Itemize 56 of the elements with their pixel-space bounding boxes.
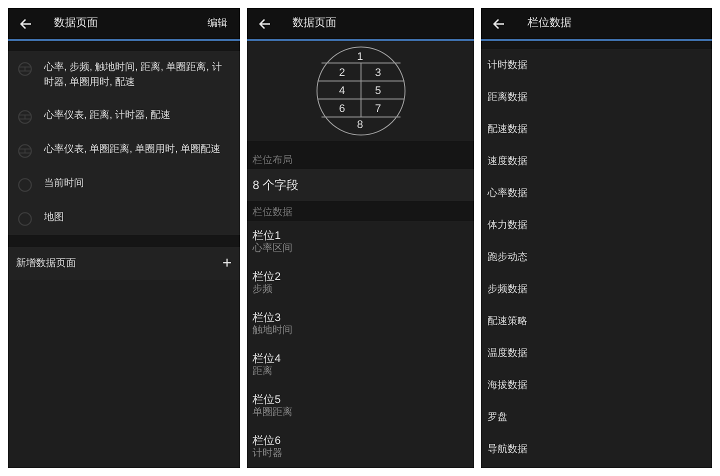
category-item[interactable]: 距离数据 — [487, 90, 528, 104]
category-item[interactable]: 配速数据 — [487, 122, 528, 136]
add-page-row[interactable]: 新增数据页面 + — [8, 247, 240, 280]
layout-value: 8 个字段 — [252, 177, 299, 194]
field-layout-diagram[interactable]: 1 2 3 4 5 6 7 8 — [316, 46, 406, 136]
data-page-item[interactable]: 心率仪表, 单圈距离, 单圈用时, 单圈配速 — [44, 142, 221, 157]
edit-button[interactable]: 编辑 — [208, 16, 228, 31]
screen-title: 栏位数据 — [527, 16, 572, 32]
category-item[interactable]: 跑步动态 — [487, 250, 528, 264]
field-label: 栏位1 — [252, 228, 282, 242]
field-value: 触地时间 — [252, 324, 294, 336]
field-value: 步频 — [252, 284, 274, 296]
category-item[interactable]: 计时数据 — [487, 58, 528, 72]
field-label: 栏位6 — [252, 434, 282, 448]
category-item[interactable]: 温度数据 — [487, 346, 528, 360]
field-value: 计时器 — [252, 448, 284, 460]
field-label: 栏位3 — [252, 310, 282, 324]
layout-icon — [18, 212, 32, 226]
category-item[interactable]: 海拔数据 — [487, 378, 528, 392]
screen-title: 数据页面 — [54, 16, 99, 32]
field-item[interactable]: 栏位2 步频 — [246, 262, 474, 303]
field-value: 距离 — [252, 366, 274, 378]
back-arrow-icon[interactable] — [258, 18, 271, 30]
data-page-item[interactable]: 心率仪表, 距离, 计时器, 配速 — [44, 108, 171, 123]
layout-icon — [18, 110, 32, 124]
field-item[interactable]: 栏位6 计时器 — [246, 426, 474, 467]
category-item[interactable]: 步频数据 — [487, 282, 528, 296]
category-item[interactable]: 配速策略 — [487, 314, 528, 328]
field-item[interactable]: 栏位3 触地时间 — [246, 303, 474, 344]
field-label: 栏位4 — [252, 352, 282, 366]
add-icon[interactable]: + — [222, 256, 232, 272]
field-value: 单圈距离 — [252, 406, 294, 418]
data-page-item[interactable]: 当前时间 — [44, 176, 84, 191]
field-item[interactable]: 栏位4 距离 — [246, 344, 474, 385]
add-page-label: 新增数据页面 — [16, 256, 76, 271]
back-arrow-icon[interactable] — [493, 18, 506, 30]
back-arrow-icon[interactable] — [20, 18, 32, 30]
field-label: 栏位2 — [252, 270, 282, 284]
data-page-item[interactable]: 心率, 步频, 触地时间, 距离, 单圈距离, 计时器, 单圈用时, 配速 — [44, 60, 230, 90]
screen-title: 数据页面 — [292, 16, 338, 32]
category-item[interactable]: 速度数据 — [487, 154, 528, 168]
layout-row[interactable]: 8 个字段 — [246, 169, 474, 201]
category-item[interactable]: 导航数据 — [487, 442, 528, 456]
field-item[interactable]: 栏位1 心率区间 — [246, 221, 474, 262]
section-caption: 栏位布局 — [252, 155, 294, 167]
category-item[interactable]: 罗盘 — [487, 410, 508, 424]
section-caption: 栏位数据 — [252, 207, 294, 219]
data-page-item[interactable]: 地图 — [44, 210, 64, 225]
field-item[interactable]: 栏位5 单圈距离 — [246, 385, 474, 426]
layout-icon — [18, 178, 32, 192]
field-label: 栏位5 — [252, 392, 282, 406]
category-item[interactable]: 体力数据 — [487, 218, 528, 232]
category-item[interactable]: 心率数据 — [487, 186, 528, 200]
field-value: 心率区间 — [252, 242, 294, 254]
layout-icon — [18, 144, 32, 158]
layout-icon — [18, 62, 32, 76]
